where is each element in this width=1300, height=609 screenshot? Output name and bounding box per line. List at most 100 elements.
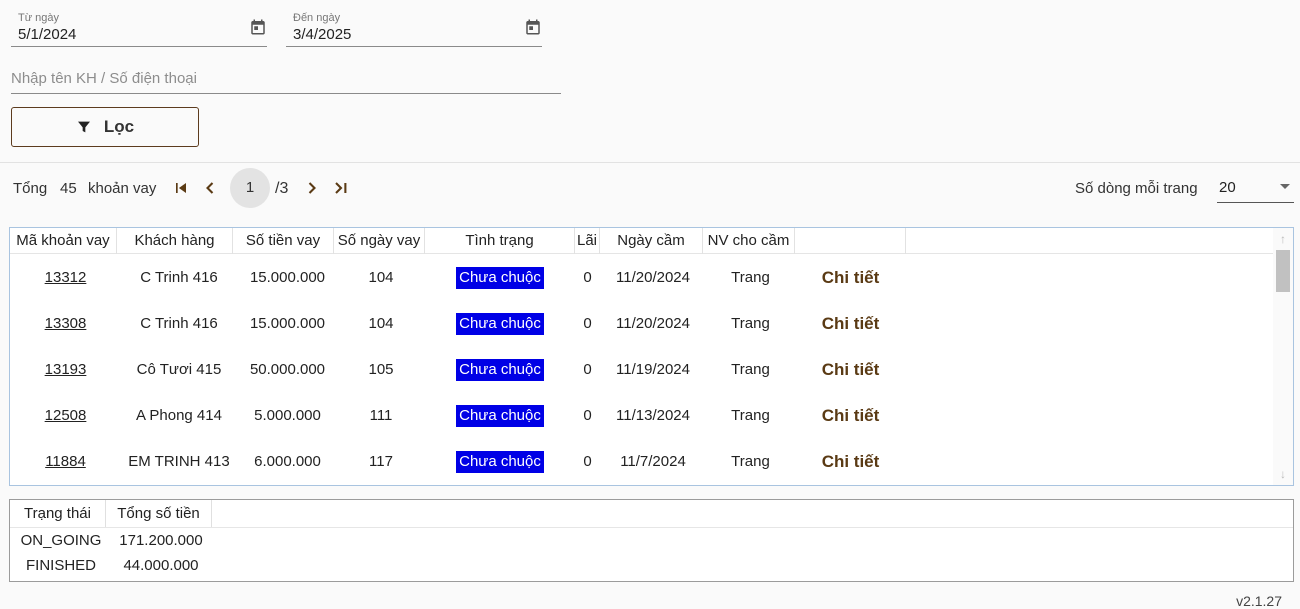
detail-link[interactable]: Chi tiết: [822, 360, 880, 379]
status-badge: Chưa chuộc: [456, 451, 544, 474]
column-header[interactable]: Mã khoản vay: [10, 228, 117, 254]
status-badge: Chưa chuộc: [456, 359, 544, 382]
divider: [0, 162, 1300, 163]
detail-link[interactable]: Chi tiết: [822, 452, 880, 471]
summary-total: 171.200.000: [119, 532, 203, 549]
customer-cell: EM TRINH 413: [128, 453, 230, 470]
filter-icon: [77, 121, 90, 133]
loan-code-link[interactable]: 13193: [45, 361, 87, 378]
detail-link[interactable]: Chi tiết: [822, 268, 880, 287]
loan-code-link[interactable]: 13308: [45, 315, 87, 332]
column-header-empty: [795, 228, 906, 254]
detail-link[interactable]: Chi tiết: [822, 406, 880, 425]
amount-cell: 50.000.000: [249, 361, 326, 378]
staff-cell: Trang: [731, 315, 770, 332]
interest-cell: 0: [583, 269, 592, 286]
chevron-down-icon: [1280, 184, 1290, 189]
status-badge: Chưa chuộc: [456, 405, 544, 428]
from-date-value[interactable]: 5/1/2024: [18, 26, 76, 43]
staff-cell: Trang: [731, 453, 770, 470]
column-header[interactable]: Ngày cầm: [600, 228, 703, 254]
calendar-icon[interactable]: [524, 18, 542, 36]
summary-table: Trạng thái Tổng số tiền ON_GOING 171.200…: [9, 499, 1294, 582]
grid-header: Mã khoản vay Khách hàng Số tiền vay Số n…: [10, 228, 1275, 254]
status-badge: Chưa chuộc: [456, 267, 544, 290]
interest-cell: 0: [583, 361, 592, 378]
total-count: 45: [60, 180, 77, 197]
column-header[interactable]: Số tiền vay: [233, 228, 334, 254]
scroll-thumb[interactable]: [1276, 250, 1290, 292]
scroll-up-icon[interactable]: ↑: [1273, 229, 1293, 249]
date-cell: 11/19/2024: [616, 361, 690, 378]
first-page-icon[interactable]: [171, 178, 191, 198]
calendar-icon[interactable]: [249, 18, 267, 36]
date-cell: 11/20/2024: [616, 269, 690, 286]
to-date-label: Đến ngày: [293, 12, 341, 24]
days-cell: 104: [368, 315, 394, 332]
column-header[interactable]: Tổng số tiền: [106, 500, 212, 527]
from-date-field[interactable]: Từ ngày 5/1/2024: [11, 4, 267, 47]
column-header[interactable]: NV cho cầm: [703, 228, 795, 254]
interest-cell: 0: [583, 407, 592, 424]
staff-cell: Trang: [731, 269, 770, 286]
rows-per-page-select[interactable]: 20: [1217, 176, 1294, 203]
pager: Tổng 45 khoản vay 1 /3 Số dòng mỗi trang…: [0, 168, 1300, 208]
loans-grid: Mã khoản vay Khách hàng Số tiền vay Số n…: [9, 227, 1294, 486]
rows-per-page-value: 20: [1219, 179, 1236, 196]
summary-state: FINISHED: [25, 557, 96, 574]
next-page-icon[interactable]: [302, 178, 322, 198]
table-row[interactable]: 13193 Cô Tươi 415 50.000.000 105 Chưa ch…: [10, 347, 1275, 393]
rows-per-page-label: Số dòng mỗi trang: [1075, 180, 1198, 197]
loan-code-link[interactable]: 13312: [45, 269, 87, 286]
table-row[interactable]: 12508 A Phong 414 5.000.000 111 Chưa chu…: [10, 393, 1275, 439]
summary-total: 44.000.000: [123, 557, 199, 574]
filter-button-label: Lọc: [103, 117, 135, 136]
staff-cell: Trang: [731, 361, 770, 378]
search-input[interactable]: Nhập tên KH / Số điện thoại: [11, 66, 561, 94]
to-date-field[interactable]: Đến ngày 3/4/2025: [286, 4, 542, 47]
detail-link[interactable]: Chi tiết: [822, 314, 880, 333]
to-date-value[interactable]: 3/4/2025: [293, 26, 351, 43]
status-badge: Chưa chuộc: [456, 313, 544, 336]
customer-cell: C Trinh 416: [140, 315, 218, 332]
column-header[interactable]: Trạng thái: [10, 500, 106, 527]
column-header[interactable]: Khách hàng: [117, 228, 233, 254]
loan-code-link[interactable]: 12508: [45, 407, 87, 424]
scroll-down-icon[interactable]: ↓: [1273, 464, 1293, 484]
customer-cell: C Trinh 416: [140, 269, 218, 286]
prev-page-icon[interactable]: [200, 178, 220, 198]
search-placeholder: Nhập tên KH / Số điện thoại: [11, 70, 197, 87]
from-date-label: Từ ngày: [18, 12, 59, 24]
amount-cell: 6.000.000: [254, 453, 321, 470]
days-cell: 117: [369, 453, 393, 470]
customer-cell: A Phong 414: [136, 407, 222, 424]
date-cell: 11/20/2024: [616, 315, 690, 332]
total-unit: khoản vay: [88, 180, 157, 197]
days-cell: 104: [368, 269, 394, 286]
date-cell: 11/13/2024: [616, 407, 690, 424]
table-row[interactable]: 11884 EM TRINH 413 6.000.000 117 Chưa ch…: [10, 439, 1275, 485]
vertical-scrollbar[interactable]: ↑ ↓: [1273, 228, 1293, 485]
summary-header: Trạng thái Tổng số tiền: [10, 500, 1293, 528]
customer-cell: Cô Tươi 415: [136, 361, 222, 378]
last-page-icon[interactable]: [331, 178, 351, 198]
date-cell: 11/7/2024: [620, 453, 686, 470]
days-cell: 105: [368, 361, 394, 378]
column-header[interactable]: Số ngày vay: [334, 228, 425, 254]
amount-cell: 15.000.000: [249, 315, 326, 332]
table-row[interactable]: 13312 C Trinh 416 15.000.000 104 Chưa ch…: [10, 255, 1275, 301]
staff-cell: Trang: [731, 407, 770, 424]
interest-cell: 0: [583, 315, 592, 332]
column-header[interactable]: Lãi: [575, 228, 600, 254]
filter-button[interactable]: Lọc: [11, 107, 199, 147]
column-header[interactable]: Tình trạng: [425, 228, 575, 254]
loan-code-link[interactable]: 11884: [45, 453, 86, 470]
interest-cell: 0: [583, 453, 592, 470]
total-pages: /3: [275, 180, 289, 197]
amount-cell: 15.000.000: [249, 269, 326, 286]
total-label: Tổng: [13, 180, 48, 197]
amount-cell: 5.000.000: [254, 407, 321, 424]
current-page[interactable]: 1: [230, 168, 270, 208]
table-row[interactable]: 13308 C Trinh 416 15.000.000 104 Chưa ch…: [10, 301, 1275, 347]
summary-state: ON_GOING: [20, 532, 102, 549]
